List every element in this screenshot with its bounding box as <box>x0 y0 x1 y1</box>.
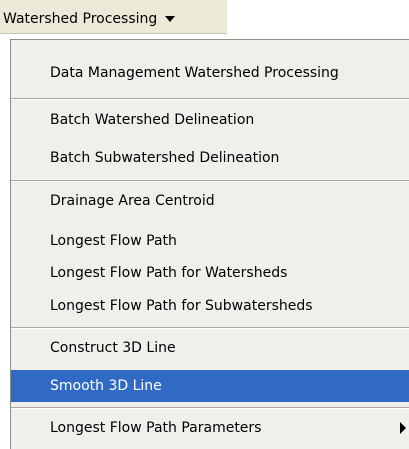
menu-item-smooth-3d-line[interactable]: Smooth 3D Line <box>11 370 409 402</box>
menu-item-longest-flow-path-subwatersheds[interactable]: Longest Flow Path for Subwatersheds <box>11 290 409 322</box>
menu-item-label: Longest Flow Path for Subwatersheds <box>50 298 313 314</box>
menu-item-label: Longest Flow Path <box>50 233 177 249</box>
menu-separator <box>11 180 409 182</box>
menu-item-label: Data Management Watershed Processing <box>50 65 339 81</box>
menu-separator <box>11 407 409 409</box>
menu-item-construct-3d-line[interactable]: Construct 3D Line <box>11 332 409 364</box>
toolbar: Watershed Processing <box>0 0 227 34</box>
menu-item-batch-subwatershed[interactable]: Batch Subwatershed Delineation <box>11 142 409 174</box>
menu-item-batch-watershed[interactable]: Batch Watershed Delineation <box>11 104 409 136</box>
menu-separator <box>11 327 409 329</box>
menu-item-drainage-centroid[interactable]: Drainage Area Centroid <box>11 185 409 217</box>
menu-item-longest-flow-path-watersheds[interactable]: Longest Flow Path for Watersheds <box>11 257 409 289</box>
menu-item-label: Smooth 3D Line <box>50 378 162 394</box>
chevron-down-icon <box>165 16 176 22</box>
menu-item-label: Longest Flow Path for Watersheds <box>50 265 288 281</box>
menu-item-label: Batch Subwatershed Delineation <box>50 150 280 166</box>
menu-button-label: Watershed Processing <box>3 11 158 27</box>
menu-item-label: Longest Flow Path Parameters <box>50 420 262 436</box>
chevron-right-icon <box>400 422 406 434</box>
menu-item-label: Construct 3D Line <box>50 340 176 356</box>
menu-item-longest-flow-path[interactable]: Longest Flow Path <box>11 225 409 257</box>
watershed-processing-dropdown: Data Management Watershed Processing Bat… <box>10 39 409 449</box>
menu-item-longest-flow-path-parameters[interactable]: Longest Flow Path Parameters <box>11 412 409 444</box>
menu-separator <box>11 98 409 100</box>
watershed-processing-menu-button[interactable]: Watershed Processing <box>3 9 176 29</box>
menu-item-label: Batch Watershed Delineation <box>50 112 255 128</box>
menu-item-data-management[interactable]: Data Management Watershed Processing <box>11 57 409 89</box>
menu-item-label: Drainage Area Centroid <box>50 193 215 209</box>
